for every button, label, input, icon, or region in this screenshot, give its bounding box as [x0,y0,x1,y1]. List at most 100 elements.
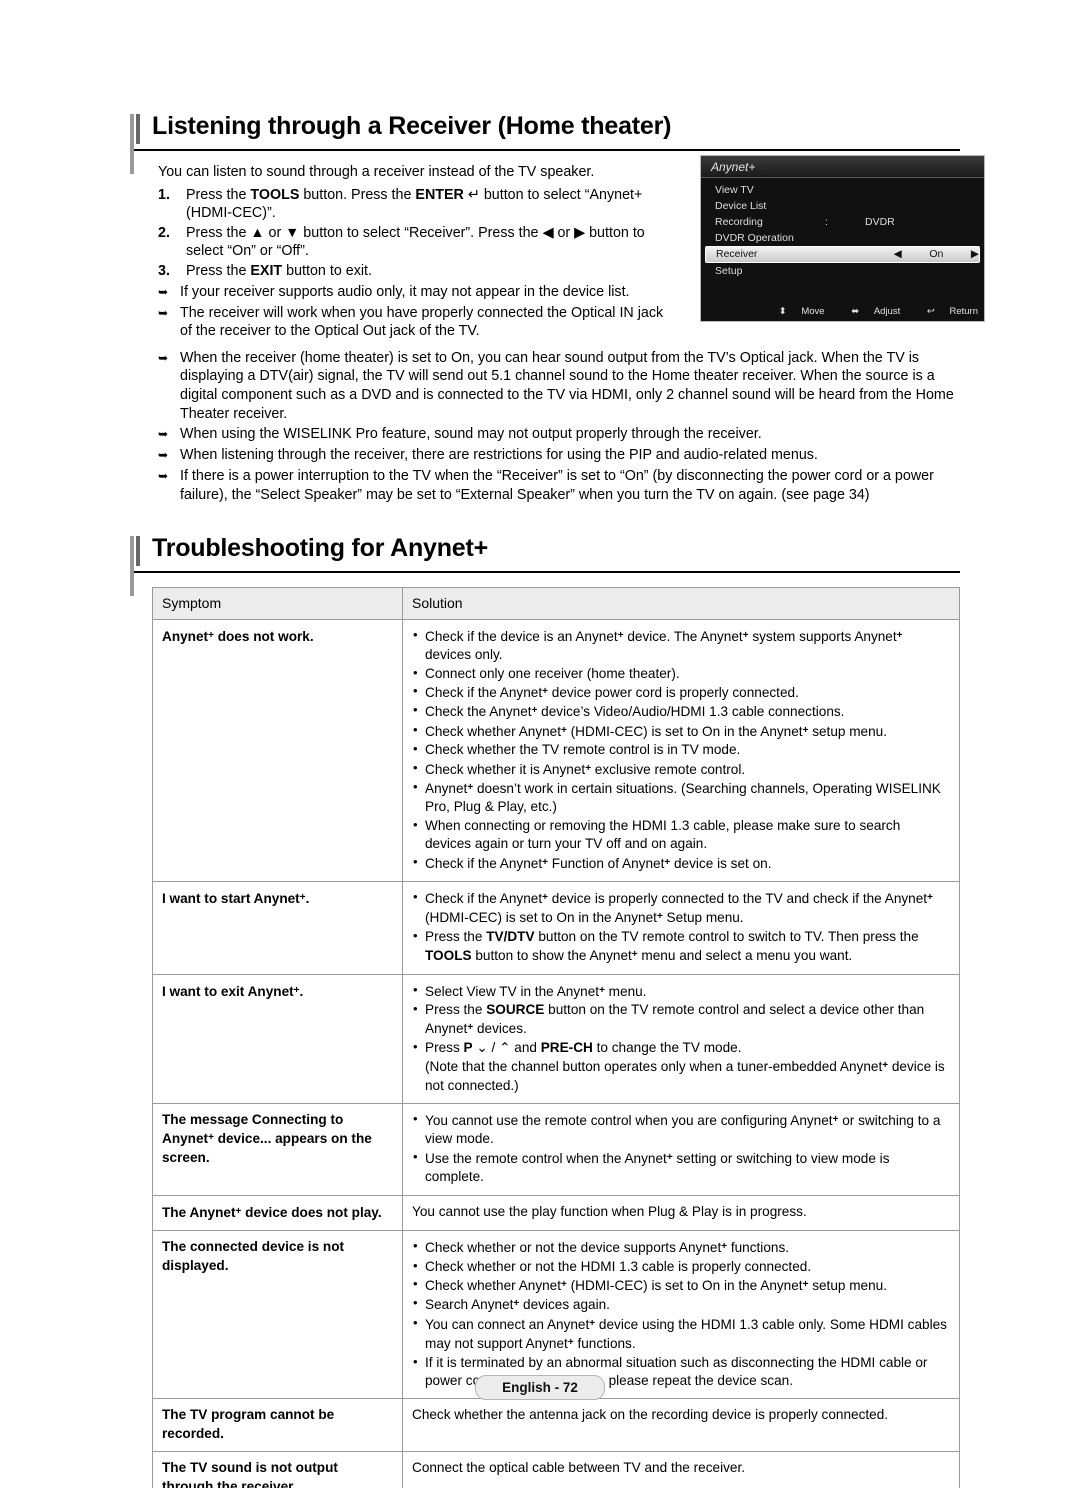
osd-label: Recording [715,216,763,228]
table-row: I want to exit Anynet+. Select View TV i… [152,973,960,1105]
step-number: 1. [158,186,170,203]
note-5: ➥ When listening through the receiver, t… [158,446,960,465]
solution-list: Select View TV in the Anynet+ menu. Pres… [412,981,950,1095]
list-item: Press the TV/DTV button on the TV remote… [412,927,950,966]
table-row: The Anynet+ device does not play. You ca… [152,1194,960,1232]
osd-label: Device List [715,200,767,212]
step-1: 1. Press the TOOLS button. Press the ENT… [158,186,678,223]
step-text: Press the EXIT button to exit. [186,262,372,279]
osd-hint-label: Return [949,306,978,317]
step-text: Press the ▲ or ▼ button to select “Recei… [186,224,645,260]
osd-hint-adjust: ⬌ Adjust [839,306,903,317]
osd-label: Receiver [716,248,758,260]
section-heading-listening: Listening through a Receiver (Home theat… [130,112,960,174]
osd-value [865,182,976,198]
osd-label: Setup [715,265,743,277]
step-2: 2. Press the ▲ or ▼ button to select “Re… [158,224,678,261]
page-title: Listening through a Receiver (Home theat… [152,112,672,140]
list-item: Check if the Anynet+ Function of Anynet+… [412,853,950,873]
arrow-bullet-icon: ➥ [158,350,169,365]
list-item: Press P ⌄ / ⌃ and PRE-CH to change the T… [412,1038,950,1057]
intro-paragraph: You can listen to sound through a receiv… [158,164,595,180]
note-6: ➥ If there is a power interruption to th… [158,467,960,504]
solution-text: Check whether the antenna jack on the re… [412,1407,889,1423]
solution-list: Check if the Anynet+ device is properly … [412,888,950,966]
troubleshooting-table: Symptom Solution Anynet+ does not work. … [152,587,960,1488]
solution-cell: You cannot use the remote control when y… [402,1103,960,1196]
table-row: The TV program cannot be recorded. Check… [152,1398,960,1453]
osd-row-device-list[interactable]: Device List [709,198,976,214]
osd-value: DVDR [865,216,895,228]
page: Listening through a Receiver (Home theat… [0,0,1080,1488]
heading-bars-icon [130,114,144,174]
osd-value: On [929,248,944,260]
osd-label: View TV [715,184,754,196]
arrow-bullet-icon: ➥ [158,448,169,463]
solution-cell: Check if the Anynet+ device is properly … [402,881,960,975]
list-item-note: (Note that the channel button operates o… [425,1059,945,1093]
symptom-cell: The connected device is not displayed. [152,1230,403,1400]
note-3: ➥ When the receiver (home theater) is se… [158,349,960,423]
troubleshooting-title: Troubleshooting for Anynet+ [152,534,489,563]
note-text: When listening through the receiver, the… [180,447,818,464]
symptom-cell: The message Connecting to Anynet+ device… [152,1103,403,1196]
arrow-bullet-icon: ➥ [158,427,169,442]
osd-value [865,230,976,246]
note-4: ➥ When using the WISELINK Pro feature, s… [158,425,960,444]
list-item: Search Anynet+ devices again. [412,1294,950,1314]
osd-colon [825,230,865,246]
osd-row-dvdr-operation[interactable]: DVDR Operation [709,230,976,246]
list-item: Check if the Anynet+ device power cord i… [412,682,950,702]
move-icon: ⬍ [778,306,787,317]
step-number: 3. [158,262,170,279]
osd-footer-hints: ⬍ Move ⬌ Adjust ↩ Return [755,306,978,317]
list-item: Use the remote control when the Anynet+ … [412,1148,950,1187]
solution-cell: Select View TV in the Anynet+ menu. Pres… [402,973,960,1105]
list-item: Check whether or not the HDMI 1.3 cable … [412,1256,950,1276]
list-item: Check whether or not the device supports… [412,1237,950,1257]
list-item: Check whether it is Anynet+ exclusive re… [412,759,950,779]
list-item: You can connect an Anynet+ device using … [412,1314,950,1354]
list-item: Check the Anynet+ device’s Video/Audio/H… [412,701,950,721]
list-item: Check if the Anynet+ device is properly … [412,888,950,928]
note-text: If your receiver supports audio only, it… [180,283,630,300]
table-row: Anynet+ does not work. Check if the devi… [152,618,960,883]
osd-hint-return: ↩ Return [915,306,978,317]
osd-row-setup[interactable]: Setup [709,263,976,279]
table-row: The message Connecting to Anynet+ device… [152,1103,960,1196]
solution-cell: You cannot use the play function when Pl… [402,1194,960,1232]
list-item: Connect only one receiver (home theater)… [412,664,950,683]
osd-label: DVDR Operation [715,232,794,244]
list-item: When connecting or removing the HDMI 1.3… [412,816,950,854]
left-arrow-icon[interactable]: ◀ [825,247,902,262]
note-text: When using the WISELINK Pro feature, sou… [180,426,762,443]
note-text: When the receiver (home theater) is set … [180,349,954,422]
solution-cell: Check whether the antenna jack on the re… [402,1398,960,1453]
list-item: Select View TV in the Anynet+ menu. [412,981,950,1001]
osd-row-view-tv[interactable]: View TV [709,182,976,198]
right-arrow-icon[interactable]: ▶ [971,247,979,262]
note-text: If there is a power interruption to the … [180,468,934,503]
anynet-osd-panel: Anynet+ View TV Device List Recording : … [700,155,985,322]
osd-hint-label: Move [801,306,825,317]
column-header-symptom: Symptom [152,587,403,620]
osd-row-receiver-selected[interactable]: Receiver ◀ On ▶ [705,246,980,263]
column-header-solution: Solution [402,587,960,620]
symptom-cell: The Anynet+ device does not play. [152,1194,403,1232]
osd-colon: : [825,216,828,228]
list-item: You cannot use the remote control when y… [412,1110,950,1149]
list-item: Check whether the TV remote control is i… [412,740,950,759]
adjust-icon: ⬌ [851,306,860,317]
solution-text: You cannot use the play function when Pl… [412,1203,807,1219]
section-heading-troubleshooting: Troubleshooting for Anynet+ [130,534,960,597]
list-item: Check if the device is an Anynet+ device… [412,626,950,665]
table-header-row: Symptom Solution [152,587,960,620]
osd-row-recording[interactable]: Recording : DVDR [709,214,976,230]
heading-bars-icon [130,536,144,597]
osd-colon [825,198,865,214]
step-number: 2. [158,224,170,241]
note-1: ➥ If your receiver supports audio only, … [158,283,678,302]
osd-value [865,198,976,214]
osd-body: View TV Device List Recording : DVDR DVD… [701,178,984,279]
step-3: 3. Press the EXIT button to exit. [158,262,678,281]
